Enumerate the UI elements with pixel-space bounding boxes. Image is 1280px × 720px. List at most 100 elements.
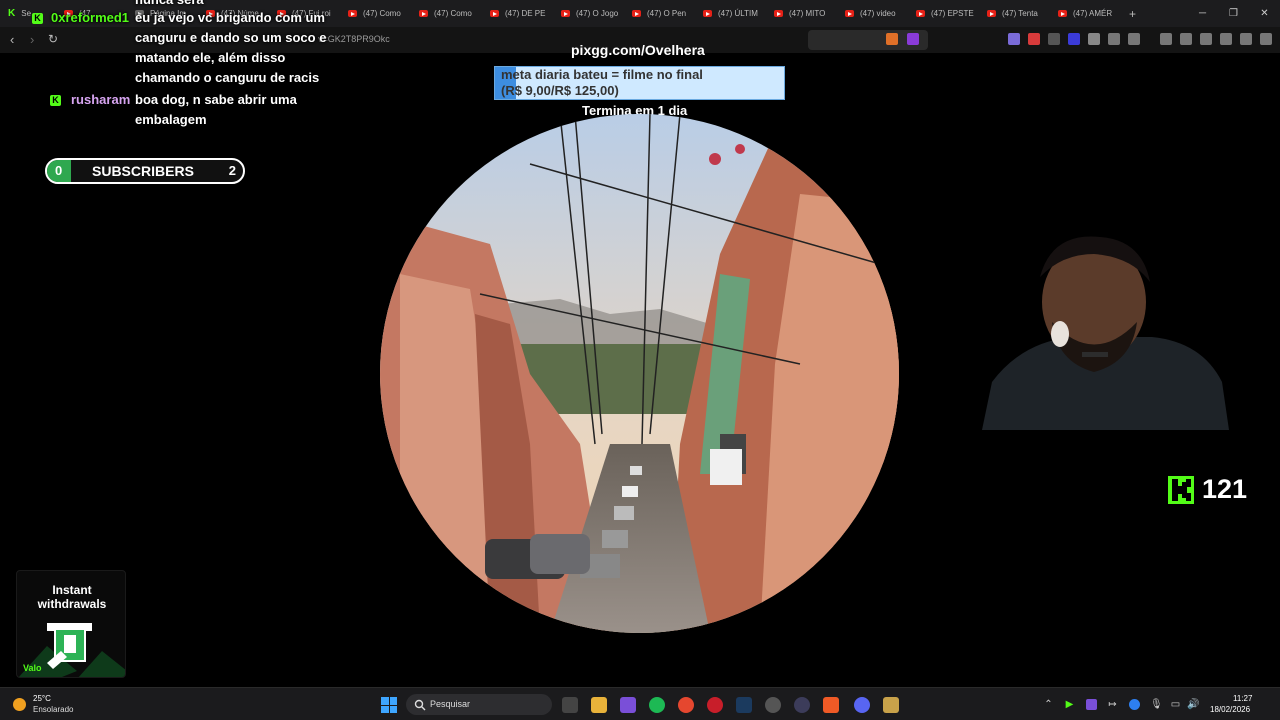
- video-content-circle: [380, 114, 899, 633]
- youtube-icon: [703, 10, 712, 17]
- extension-icon[interactable]: [1048, 33, 1060, 45]
- tab-label: (47) EPSTE: [931, 9, 974, 18]
- youtube-icon: [987, 10, 996, 17]
- close-window-button[interactable]: ✕: [1249, 0, 1280, 27]
- youtube-icon: [632, 10, 641, 17]
- start-button[interactable]: [381, 697, 397, 713]
- opera-icon[interactable]: [707, 697, 723, 713]
- sidebar-icon[interactable]: [1180, 33, 1192, 45]
- url-text[interactable]: v=GK2T8PR9Okc: [318, 34, 390, 44]
- bluetooth-icon[interactable]: [1129, 699, 1140, 710]
- clock-time[interactable]: 11:27: [1233, 694, 1252, 703]
- chat-message: embalagem: [135, 112, 207, 127]
- leo-ai-icon[interactable]: [1220, 33, 1232, 45]
- browser-tab[interactable]: (47) ÚLTIM: [695, 0, 766, 27]
- subscribers-goal-bar: 0 SUBSCRIBERS 2: [45, 158, 245, 184]
- chat-username[interactable]: rusharam: [71, 90, 130, 110]
- tab-label: (47) O Jogo: [576, 9, 619, 18]
- new-tab-button[interactable]: +: [1121, 0, 1144, 27]
- search-placeholder: Pesquisar: [430, 699, 471, 709]
- clock-date[interactable]: 18/02/2026: [1210, 705, 1250, 714]
- play-icon[interactable]: ▶: [1064, 699, 1075, 710]
- kick-badge-icon: K: [50, 95, 61, 106]
- reload-button[interactable]: ↻: [48, 32, 58, 46]
- browser-tab[interactable]: (47) DE PE: [482, 0, 553, 27]
- app-icon[interactable]: [794, 697, 810, 713]
- chat-message: matando ele, além disso: [135, 50, 286, 65]
- app-icon[interactable]: [765, 697, 781, 713]
- volume-icon[interactable]: 🔊: [1187, 699, 1199, 710]
- kick-icon: K: [8, 8, 16, 19]
- minimize-button[interactable]: ─: [1187, 0, 1218, 27]
- chat-username[interactable]: 0xreformed1: [51, 8, 129, 28]
- browser-tab[interactable]: (47) EPSTE: [908, 0, 979, 27]
- tray-app-icon[interactable]: [1086, 699, 1097, 710]
- extension-icon[interactable]: [1068, 33, 1080, 45]
- brave-rewards-icon[interactable]: [907, 33, 919, 45]
- chevron-up-icon[interactable]: ⌃: [1043, 699, 1054, 710]
- youtube-icon: [348, 10, 357, 17]
- tab-label: (47) ÚLTIM: [718, 9, 758, 18]
- brave-shield-icon[interactable]: [886, 33, 898, 45]
- app-icon[interactable]: [883, 697, 899, 713]
- steam-icon[interactable]: [736, 697, 752, 713]
- discord-icon[interactable]: [854, 697, 870, 713]
- vpn-icon[interactable]: [1240, 33, 1252, 45]
- weather-sun-icon[interactable]: [13, 698, 26, 711]
- browser-tab[interactable]: (47) O Pen: [624, 0, 695, 27]
- screenshot-icon[interactable]: [1128, 33, 1140, 45]
- back-button[interactable]: ‹: [10, 32, 14, 47]
- spotify-icon[interactable]: [649, 697, 665, 713]
- weather-description[interactable]: Ensolarado: [33, 705, 73, 714]
- youtube-icon: [561, 10, 570, 17]
- extension-icon[interactable]: [1088, 33, 1100, 45]
- browser-tab[interactable]: (47) Tenta: [979, 0, 1050, 27]
- maximize-button[interactable]: ❐: [1218, 0, 1249, 27]
- browser-tab[interactable]: (47) O Jogo: [553, 0, 624, 27]
- task-view-icon[interactable]: [562, 697, 578, 713]
- browser-tab[interactable]: (47) MITO: [766, 0, 837, 27]
- browser-tab[interactable]: (47) Como: [340, 0, 411, 27]
- extension-icon[interactable]: [1008, 33, 1020, 45]
- streamer-webcam-image: [982, 232, 1229, 430]
- kick-logo-icon: [1168, 475, 1194, 504]
- browser-tab[interactable]: K Se: [0, 0, 56, 27]
- menu-icon[interactable]: [1260, 33, 1272, 45]
- donation-goal-text: meta diaria bateu = filme no final (R$ 9…: [501, 67, 703, 99]
- music-icon[interactable]: [1160, 33, 1172, 45]
- youtube-icon: [916, 10, 925, 17]
- file-explorer-icon[interactable]: [591, 697, 607, 713]
- ad-card[interactable]: Instant withdrawals Valo: [16, 570, 126, 678]
- puzzle-icon[interactable]: [1108, 33, 1120, 45]
- webcam-feed: [982, 232, 1229, 430]
- chat-message: chamando o canguru de racis: [135, 70, 320, 85]
- browser-tab[interactable]: (47) AMÉR: [1050, 0, 1121, 27]
- chrome-icon[interactable]: [678, 697, 694, 713]
- donation-goal-title: meta diaria bateu = filme no final: [501, 67, 703, 82]
- browser-tab[interactable]: (47) Como: [411, 0, 482, 27]
- forward-button[interactable]: ›: [30, 32, 34, 47]
- tab-label: (47) O Pen: [647, 9, 687, 18]
- app-icon[interactable]: [620, 697, 636, 713]
- extension-icon[interactable]: [1028, 33, 1040, 45]
- tray-app-icon[interactable]: ↦: [1107, 699, 1118, 710]
- microphone-icon[interactable]: 🎙: [1150, 699, 1163, 710]
- youtube-icon: [774, 10, 783, 17]
- brave-icon[interactable]: [823, 697, 839, 713]
- taskbar-search[interactable]: Pesquisar: [406, 694, 552, 715]
- youtube-icon: [490, 10, 499, 17]
- tab-label: (47) video: [860, 9, 896, 18]
- tab-label: (47) Tenta: [1002, 9, 1038, 18]
- weather-temperature[interactable]: 25°C: [33, 694, 51, 703]
- wallet-icon[interactable]: [1200, 33, 1212, 45]
- donation-site: pixgg.com/Ovelhera: [571, 42, 705, 58]
- window-controls: ─ ❐ ✕: [1187, 0, 1280, 27]
- tab-label: (47) DE PE: [505, 9, 546, 18]
- youtube-icon: [845, 10, 854, 17]
- tab-label: (47) Como: [363, 9, 401, 18]
- network-icon[interactable]: ▭: [1170, 699, 1181, 710]
- browser-tab[interactable]: (47) video: [837, 0, 908, 27]
- tab-label: (47) Como: [434, 9, 472, 18]
- taskbar: 25°C Ensolarado Pesquisar ⌃ ▶ ↦ 🎙 ▭ 🔊 11…: [0, 687, 1280, 720]
- viewer-count: 121: [1202, 474, 1248, 504]
